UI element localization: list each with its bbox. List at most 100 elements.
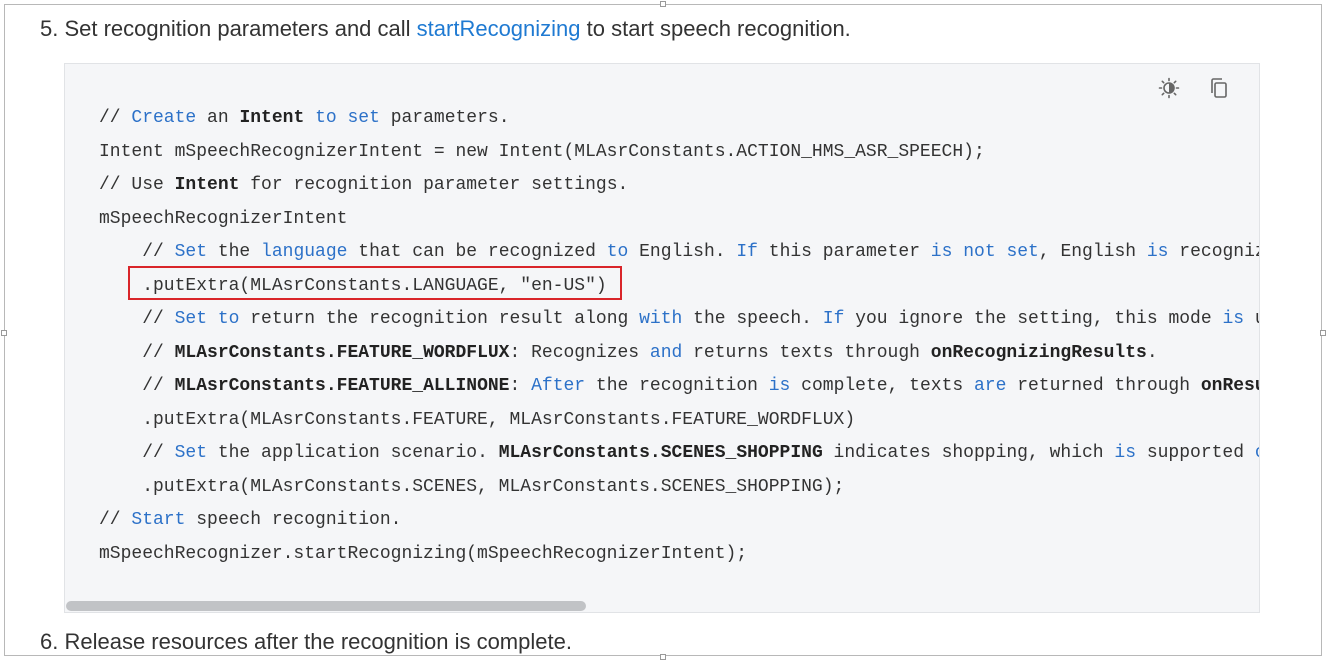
code-keyword: If [736, 242, 758, 262]
copy-icon[interactable] [1207, 76, 1231, 100]
code-token: : Recognizes [509, 342, 650, 363]
code-keyword: Set [174, 309, 208, 329]
code-keyword: set [1006, 242, 1039, 262]
code-token: // [99, 376, 175, 396]
code-token: parameters. [379, 108, 510, 128]
code-keyword: Start [131, 510, 186, 530]
code-line: // Set to return the recognition result … [99, 303, 1259, 337]
code-token: : [509, 376, 532, 396]
code-bold-token: Intent [239, 108, 305, 128]
code-keyword: Set [174, 443, 208, 463]
code-token: // [99, 443, 175, 463]
code-block: // Create an Intent to set parameters. In… [64, 63, 1260, 613]
code-token: the application scenario. [207, 443, 499, 463]
code-bold-token: onResults [1200, 376, 1259, 396]
code-token: . [1146, 342, 1158, 363]
code-token: Intent mSpeechRecognizerIntent = new Int… [99, 141, 985, 162]
code-line: .putExtra(MLAsrConstants.SCENES, MLAsrCo… [99, 471, 1259, 505]
resize-handle-bottom[interactable] [660, 654, 666, 660]
code-token: recognized [1179, 242, 1259, 262]
code-token: the recognition [585, 376, 769, 396]
code-token: speech recognition. [185, 510, 402, 530]
code-token: complete, texts [790, 376, 974, 396]
code-line: // Create an Intent to set parameters. [99, 102, 1259, 136]
code-keyword: Set [174, 242, 208, 262]
code-line: // MLAsrConstants.FEATURE_ALLINONE: Afte… [99, 370, 1259, 404]
theme-toggle-icon[interactable] [1157, 76, 1181, 100]
code-token: that can be recognized [347, 242, 607, 262]
step-5-suffix: to start speech recognition. [580, 16, 851, 41]
code-bold-token: MLAsrConstants.FEATURE_ALLINONE [174, 376, 510, 396]
code-keyword: If [822, 309, 845, 329]
code-token: used [1244, 309, 1259, 329]
step-5-prefix: 5. Set recognition parameters and call [40, 16, 417, 41]
code-line: .putExtra(MLAsrConstants.FEATURE, MLAsrC… [99, 404, 1259, 438]
code-token: // [99, 510, 132, 530]
code-token: returned through [1006, 376, 1201, 396]
code-line: // Set the application scenario. MLAsrCo… [99, 437, 1259, 471]
scrollbar-thumb[interactable] [66, 601, 586, 611]
code-token: // [99, 242, 175, 262]
code-keyword: is [1114, 443, 1137, 463]
code-bold-token: MLAsrConstants.SCENES_SHOPPING [498, 443, 823, 463]
code-bold-token: onRecognizingResults [930, 342, 1147, 363]
code-token: the speech. [682, 309, 823, 329]
code-keyword: and [649, 342, 683, 363]
code-keyword: After [531, 376, 586, 396]
code-line: Intent mSpeechRecognizerIntent = new Int… [99, 136, 1259, 170]
code-keyword: Create [131, 108, 197, 128]
code-bold-token: MLAsrConstants.FEATURE_WORDFLUX [174, 342, 510, 363]
code-line: // MLAsrConstants.FEATURE_WORDFLUX: Reco… [99, 337, 1259, 371]
code-keyword: set [347, 108, 380, 128]
code-token: returns texts through [682, 342, 931, 363]
code-line: // Start speech recognition. [99, 504, 1259, 538]
code-line: // Use Intent for recognition parameter … [99, 169, 1259, 203]
code-token: mSpeechRecognizer.startRecognizing(mSpee… [99, 543, 748, 564]
code-token: .putExtra(MLAsrConstants.SCENES, MLAsrCo… [99, 476, 845, 497]
resize-handle-top[interactable] [660, 1, 666, 7]
code-content: // Create an Intent to set parameters. In… [99, 102, 1259, 572]
code-token: mSpeechRecognizerIntent [99, 208, 348, 229]
code-keyword: is [930, 242, 953, 262]
code-toolbar [1157, 76, 1231, 100]
code-keyword: not [963, 242, 996, 262]
code-keyword: is [1146, 242, 1169, 262]
code-token: for recognition parameter settings. [239, 175, 629, 195]
code-token: you ignore the setting, this mode [844, 309, 1223, 329]
step-5-text: 5. Set recognition parameters and call s… [40, 16, 851, 42]
code-bold-token: Intent [174, 175, 240, 195]
code-keyword: is [768, 376, 791, 396]
code-keyword: are [974, 376, 1007, 396]
code-token: indicates shopping, which [822, 443, 1115, 463]
code-keyword: to [315, 108, 337, 128]
code-token: // Use [99, 175, 175, 195]
start-recognizing-link[interactable]: startRecognizing [417, 16, 581, 41]
code-keyword: with [639, 309, 683, 329]
code-line-highlighted: .putExtra(MLAsrConstants.LANGUAGE, "en-U… [99, 270, 1259, 304]
resize-handle-left[interactable] [1, 330, 7, 336]
code-token: // [99, 342, 175, 363]
code-token: .putExtra(MLAsrConstants.LANGUAGE, "en-U… [99, 275, 607, 296]
code-keyword: only [1255, 443, 1259, 463]
code-token: English. [628, 242, 737, 262]
code-token: return the recognition result along [239, 309, 640, 329]
horizontal-scrollbar[interactable] [65, 600, 1259, 612]
code-line: mSpeechRecognizerIntent [99, 203, 1259, 237]
code-token: .putExtra(MLAsrConstants.FEATURE, MLAsrC… [99, 409, 856, 430]
code-line: mSpeechRecognizer.startRecognizing(mSpee… [99, 538, 1259, 572]
code-token: supported [1136, 443, 1255, 463]
code-token: an [196, 108, 240, 128]
resize-handle-right[interactable] [1320, 330, 1326, 336]
code-token: // [99, 108, 132, 128]
code-keyword: to [606, 242, 629, 262]
code-token: // [99, 309, 175, 329]
code-token: the [207, 242, 262, 262]
code-token: this parameter [757, 242, 931, 262]
code-token: , English [1038, 242, 1147, 262]
code-keyword: to [217, 309, 240, 329]
code-keyword: is [1222, 309, 1245, 329]
